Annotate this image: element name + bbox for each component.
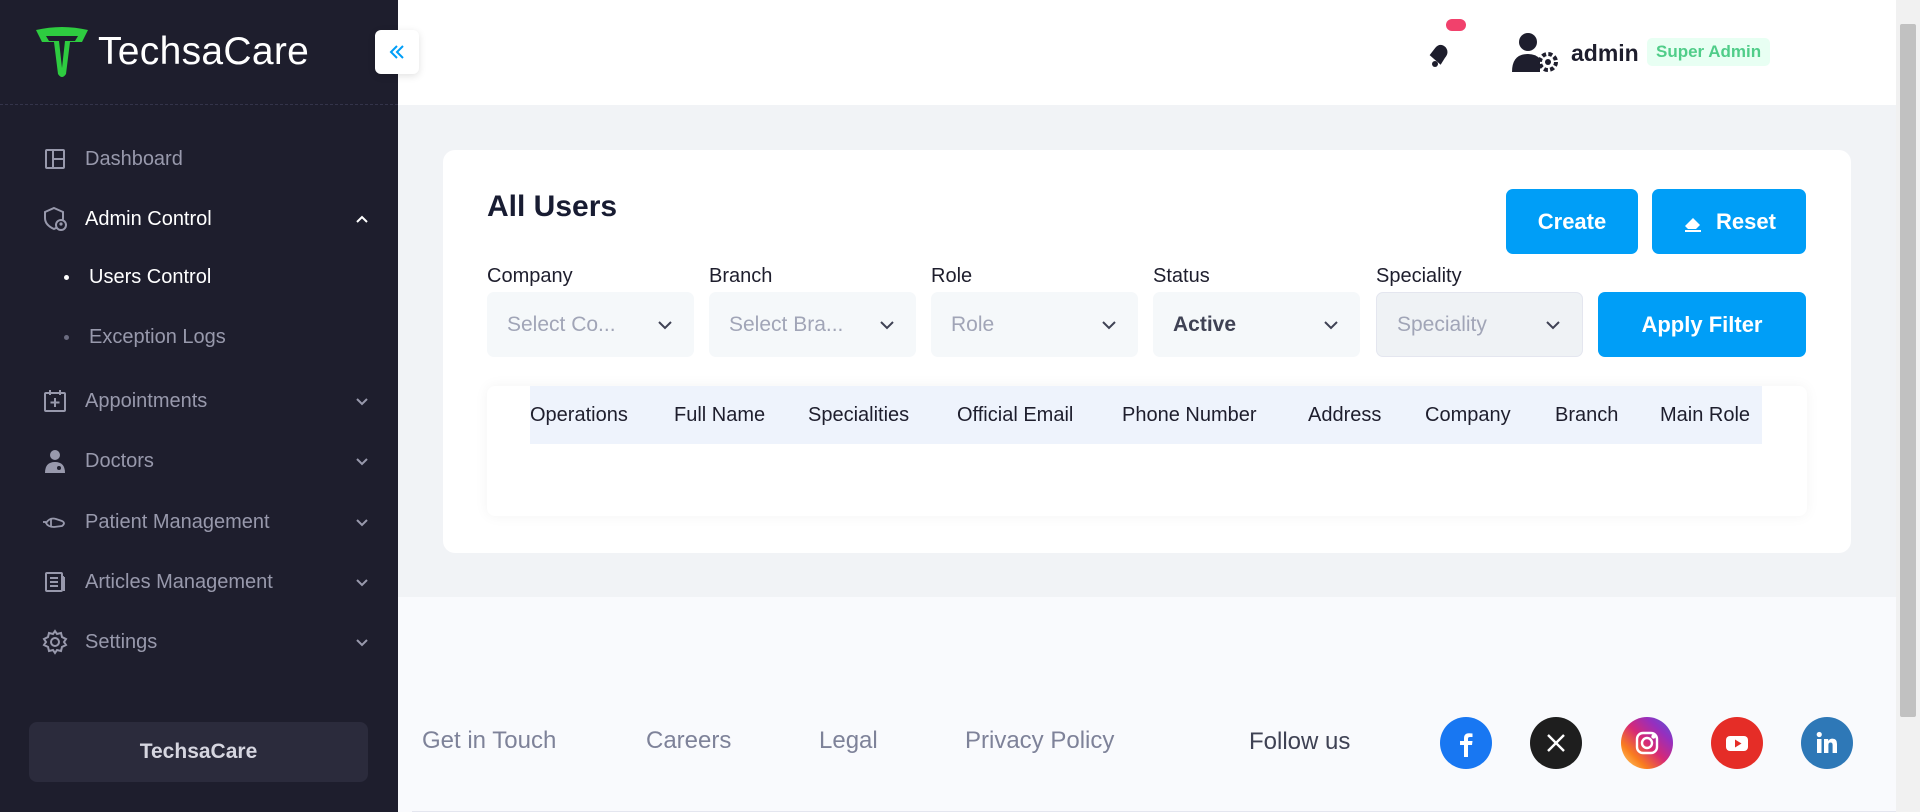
sidebar-divider [0, 104, 398, 105]
users-card: All Users Create Reset Company Select Co… [443, 150, 1851, 553]
instagram-icon[interactable] [1621, 717, 1673, 769]
sidebar-subitem-label: Users Control [89, 265, 212, 288]
column-header-full-name[interactable]: Full Name [674, 404, 765, 427]
sidebar-subitem-exception-logs[interactable]: Exception Logs [64, 320, 226, 354]
role-select[interactable]: Role [931, 292, 1138, 357]
eraser-icon [1685, 217, 1702, 232]
sidebar-item-label: Articles Management [85, 570, 273, 593]
column-header-main-role[interactable]: Main Role [1660, 404, 1750, 427]
sidebar-footer-button[interactable]: TechsaCare [29, 722, 368, 782]
sidebar: TechsaCare Dashboard Admin Control Users… [0, 0, 398, 812]
sidebar-item-label: Patient Management [85, 510, 270, 533]
sidebar-item-appointments[interactable]: Appointments [40, 381, 370, 421]
chevron-down-icon [1102, 320, 1116, 329]
page-footer: Get in Touch Careers Legal Privacy Polic… [398, 597, 1896, 812]
sidebar-item-label: Settings [85, 630, 158, 653]
company-select-value: Select Co... [507, 312, 616, 336]
status-select[interactable]: Active [1153, 292, 1360, 357]
bullet-icon [64, 334, 69, 340]
apply-filter-button[interactable]: Apply Filter [1598, 292, 1806, 357]
user-role-badge: Super Admin [1647, 38, 1771, 66]
role-select-value: Role [951, 312, 995, 336]
app-logo[interactable]: TechsaCare [32, 24, 309, 80]
sidebar-item-doctors[interactable]: Doctors [40, 441, 370, 481]
status-select-value: Active [1173, 312, 1237, 336]
filter-label-company: Company [487, 265, 573, 287]
filter-label-status: Status [1153, 265, 1210, 287]
sidebar-item-label: Doctors [85, 449, 154, 472]
chevron-down-icon [658, 320, 672, 329]
speciality-select[interactable]: Speciality [1376, 292, 1583, 357]
youtube-icon[interactable] [1711, 717, 1763, 769]
techsacare-logo-icon [36, 27, 88, 77]
chevron-down-icon [356, 519, 368, 527]
page-scrollbar[interactable] [1896, 0, 1920, 812]
gear-icon [40, 627, 70, 657]
column-header-phone-number[interactable]: Phone Number [1122, 404, 1257, 427]
linkedin-icon[interactable] [1801, 717, 1853, 769]
filter-label-branch: Branch [709, 265, 773, 287]
sidebar-item-admin-control[interactable]: Admin Control [40, 199, 370, 239]
facebook-icon[interactable] [1440, 717, 1492, 769]
sidebar-subitem-label: Exception Logs [89, 325, 226, 348]
branch-select-value: Select Bra... [729, 312, 844, 336]
x-icon[interactable] [1530, 717, 1582, 769]
sidebar-item-label: Appointments [85, 389, 208, 412]
column-header-operations[interactable]: Operations [530, 404, 628, 427]
notification-badge [1446, 19, 1466, 31]
page-title: All Users [487, 190, 618, 223]
column-header-address[interactable]: Address [1308, 404, 1381, 427]
users-table: Operations Full Name Specialities Offici… [487, 386, 1807, 516]
shield-user-icon [40, 204, 70, 234]
double-chevron-left-icon [389, 45, 404, 59]
footer-link-legal[interactable]: Legal [819, 727, 878, 755]
chevron-down-icon [880, 320, 894, 329]
chevron-down-icon [356, 639, 368, 647]
company-select[interactable]: Select Co... [487, 292, 694, 357]
user-menu-button[interactable] [1512, 32, 1560, 79]
footer-link-privacy-policy[interactable]: Privacy Policy [965, 727, 1114, 755]
filter-label-speciality: Speciality [1376, 265, 1462, 287]
chevron-down-icon [356, 579, 368, 587]
footer-link-careers[interactable]: Careers [646, 727, 731, 755]
sidebar-item-patient-management[interactable]: Patient Management [40, 502, 370, 542]
column-header-branch[interactable]: Branch [1555, 404, 1618, 427]
chevron-up-icon [356, 215, 368, 223]
sidebar-item-label: Admin Control [85, 207, 212, 230]
sidebar-collapse-button[interactable] [375, 30, 419, 74]
table-header-row: Operations Full Name Specialities Offici… [530, 386, 1762, 444]
calendar-plus-icon [40, 386, 70, 416]
column-header-official-email[interactable]: Official Email [957, 404, 1073, 427]
branch-select[interactable]: Select Bra... [709, 292, 916, 357]
follow-us-label: Follow us [1249, 728, 1351, 755]
dashboard-icon [40, 144, 70, 174]
patient-icon [40, 507, 70, 537]
notifications-button[interactable] [1423, 38, 1455, 75]
sidebar-item-settings[interactable]: Settings [40, 622, 370, 662]
user-name[interactable]: admin [1571, 40, 1639, 67]
bullet-icon [64, 274, 69, 280]
chevron-down-icon [356, 398, 368, 406]
column-header-company[interactable]: Company [1425, 404, 1511, 427]
chevron-down-icon [1546, 320, 1560, 329]
scrollbar-thumb[interactable] [1900, 24, 1916, 717]
chevron-down-icon [356, 458, 368, 466]
reset-button[interactable]: Reset [1652, 189, 1806, 254]
create-button[interactable]: Create [1506, 189, 1638, 254]
app-name: TechsaCare [98, 30, 310, 73]
user-settings-icon [1512, 33, 1558, 72]
doctor-icon [40, 446, 70, 476]
bell-icon [1429, 44, 1448, 67]
sidebar-item-label: Dashboard [85, 147, 183, 170]
sidebar-item-articles-management[interactable]: Articles Management [40, 562, 370, 602]
chevron-down-icon [1324, 320, 1338, 329]
column-header-specialities[interactable]: Specialities [808, 404, 909, 427]
article-icon [40, 567, 70, 597]
sidebar-item-dashboard[interactable]: Dashboard [40, 139, 370, 179]
speciality-select-value: Speciality [1397, 312, 1487, 336]
filter-label-role: Role [931, 265, 973, 287]
footer-link-get-in-touch[interactable]: Get in Touch [422, 727, 556, 755]
sidebar-subitem-users-control[interactable]: Users Control [64, 260, 211, 294]
reset-button-label: Reset [1716, 208, 1776, 234]
